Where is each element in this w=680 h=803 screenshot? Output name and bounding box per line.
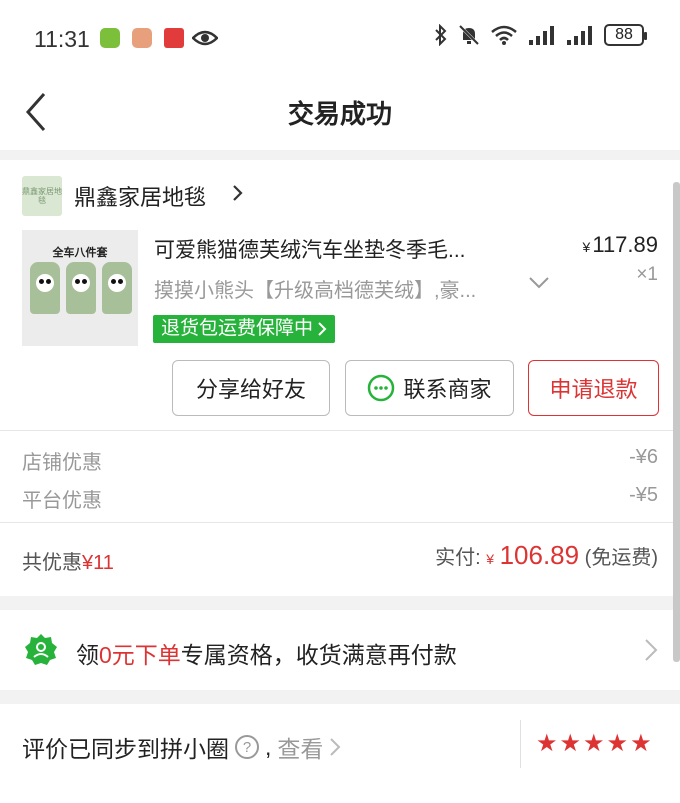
chevron-right-icon [645, 639, 658, 661]
promo-highlight: 0元下单 [99, 642, 181, 668]
platform-discount-value: -¥5 [629, 484, 658, 506]
status-time: 11:31 [34, 26, 90, 52]
return-shipping-badge[interactable]: 退货包运费保障中 [153, 315, 336, 343]
paid-symbol: ¥ [486, 551, 495, 567]
paid-amount: 实付: ¥ 106.89 (免运费) [435, 540, 658, 571]
star-icon[interactable]: ★ [630, 732, 652, 756]
review-section: 评价已同步到拼小圈 ? , 查看 ★ ★ ★ ★ ★ [0, 704, 680, 803]
shop-name[interactable]: 鼎鑫家居地毯 [74, 180, 206, 212]
paid-label: 实付: [435, 547, 487, 569]
review-separator: , [265, 733, 272, 760]
product-title[interactable]: 可爱熊猫德芙绒汽车坐垫冬季毛... [154, 234, 544, 264]
star-icon[interactable]: ★ [536, 732, 558, 756]
seat-image [66, 262, 96, 314]
status-bar: 11:31 88 [0, 0, 680, 76]
shipping-note: (免运费) [584, 547, 658, 569]
order-card: 鼎鑫家居地毯 鼎鑫家居地毯 全车八件套 可爱熊猫德芙绒汽车坐垫冬季毛... ¥1… [0, 160, 680, 596]
page-title: 交易成功 [287, 99, 392, 129]
contact-seller-button[interactable]: 联系商家 [345, 360, 514, 416]
divider [0, 522, 680, 523]
review-label: 评价已同步到拼小圈 [22, 736, 229, 762]
bluetooth-icon [435, 24, 447, 46]
promo-text: 领0元下单专属资格，收货满意再付款 [76, 636, 457, 670]
product-price: ¥117.89 [583, 232, 658, 258]
promo-prefix: 领 [76, 642, 99, 668]
help-icon[interactable]: ? [235, 735, 259, 759]
product-variant[interactable]: 摸摸小熊头【升级高档德芙绒】,豪... [154, 274, 476, 303]
mute-bell-icon [458, 24, 480, 46]
price-symbol: ¥ [582, 239, 591, 255]
total-discount-value: ¥11 [82, 552, 114, 574]
total-discount: 共优惠¥11 [22, 546, 114, 575]
signal-icon [529, 26, 554, 45]
scrollbar[interactable] [673, 182, 680, 662]
store-discount-label: 店铺优惠 [22, 452, 102, 474]
store-discount-value: -¥6 [629, 446, 658, 468]
thumbnail-label: 全车八件套 [52, 247, 108, 259]
divider [520, 720, 521, 768]
page-header: 交易成功 [0, 76, 680, 150]
chevron-right-icon[interactable] [232, 184, 244, 202]
product-quantity: ×1 [636, 264, 658, 285]
shop-notification-icon [164, 28, 184, 48]
wifi-icon [491, 25, 517, 45]
chevron-down-icon[interactable] [528, 276, 550, 290]
share-button[interactable]: 分享给好友 [172, 360, 330, 416]
chevron-right-icon[interactable] [329, 737, 341, 757]
star-icon[interactable]: ★ [607, 732, 629, 756]
star-icon[interactable]: ★ [583, 732, 605, 756]
app-notification-icon [100, 28, 120, 48]
seat-image [102, 262, 132, 314]
refund-button[interactable]: 申请退款 [528, 360, 659, 416]
paid-value: 106.89 [499, 540, 580, 570]
signal-icon-2 [567, 26, 592, 45]
star-icon[interactable]: ★ [560, 732, 582, 756]
shop-logo-text: 鼎鑫家居地毯 [22, 187, 62, 205]
product-thumbnail[interactable]: 全车八件套 [22, 230, 138, 346]
shop-logo[interactable]: 鼎鑫家居地毯 [22, 176, 62, 216]
verified-badge-icon [25, 634, 57, 665]
chat-icon [368, 374, 395, 402]
promo-suffix: 专属资格，收货满意再付款 [180, 642, 457, 668]
star-rating: ★ ★ ★ ★ ★ [536, 732, 652, 756]
platform-discount-label: 平台优惠 [22, 490, 102, 512]
badge-label: 退货包运费保障中 [161, 318, 314, 339]
review-sync-text: 评价已同步到拼小圈 ? , 查看 [22, 730, 341, 764]
price-value: 117.89 [592, 232, 658, 257]
total-discount-label: 共优惠 [22, 552, 82, 574]
battery-indicator: 88 [604, 24, 647, 46]
chevron-right-icon [318, 322, 327, 336]
seat-image [30, 262, 60, 314]
divider [0, 430, 680, 431]
zero-yuan-promo[interactable]: 领0元下单专属资格，收货满意再付款 [0, 610, 680, 690]
view-link[interactable]: 查看 [277, 730, 323, 764]
eye-icon [192, 30, 218, 46]
contact-label: 联系商家 [403, 377, 492, 402]
chat-notification-icon [132, 28, 152, 48]
